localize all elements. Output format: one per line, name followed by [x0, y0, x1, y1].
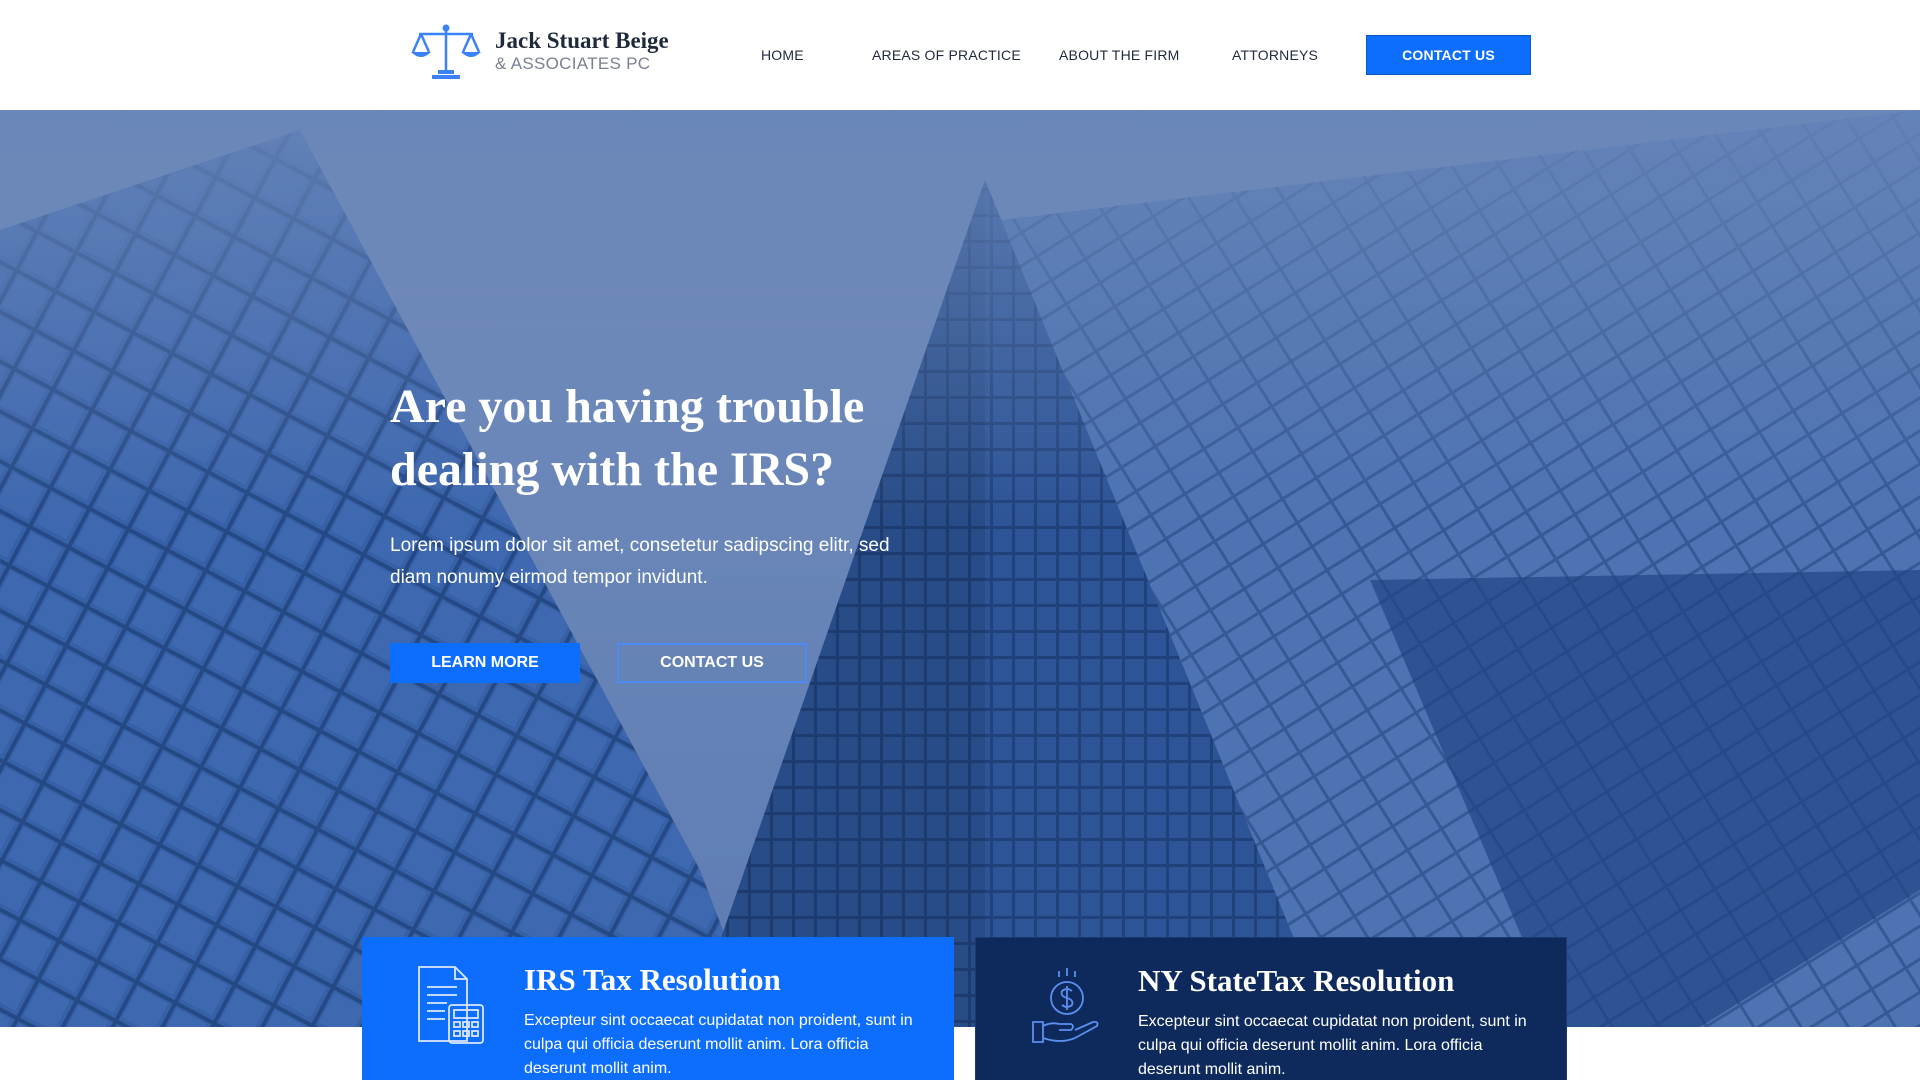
nav-item-about-the-firm[interactable]: ABOUT THE FIRM: [1059, 47, 1180, 63]
learn-more-button[interactable]: LEARN MORE: [390, 643, 580, 683]
brand-logo[interactable]: Jack Stuart Beige & ASSOCIATES PC: [409, 22, 669, 80]
hero-contact-button[interactable]: CONTACT US: [617, 643, 807, 683]
nav-item-areas-of-practice[interactable]: AREAS OF PRACTICE: [872, 47, 1021, 63]
card-text: Excepteur sint occaecat cupidatat non pr…: [524, 1012, 913, 1077]
site-header: Jack Stuart Beige & ASSOCIATES PC HOME A…: [0, 0, 1920, 110]
scales-of-justice-icon: [411, 24, 481, 79]
hand-dollar-coin-icon: [1032, 968, 1099, 1043]
card-title: NY StateTax Resolution: [1138, 963, 1455, 998]
card-text: Excepteur sint occaecat cupidatat non pr…: [1138, 1013, 1527, 1078]
service-card-ny-state[interactable]: NY StateTax Resolution Excepteur sint oc…: [975, 937, 1567, 1080]
card-title: IRS Tax Resolution: [524, 962, 781, 997]
header-contact-button[interactable]: CONTACT US: [1366, 35, 1531, 75]
hero-description: Lorem ipsum dolor sit amet, consetetur s…: [390, 535, 890, 588]
brand-name: Jack Stuart Beige: [495, 27, 669, 53]
service-card-irs[interactable]: IRS Tax Resolution Excepteur sint occaec…: [362, 937, 954, 1080]
hero-title: Are you having trouble dealing with the …: [390, 380, 865, 496]
brand-subtitle: & ASSOCIATES PC: [495, 54, 651, 74]
hero-section: Are you having trouble dealing with the …: [0, 110, 1920, 1027]
nav-item-attorneys[interactable]: ATTORNEYS: [1232, 47, 1318, 63]
nav-item-home[interactable]: HOME: [761, 47, 804, 63]
tax-document-calculator-icon: [418, 966, 484, 1044]
